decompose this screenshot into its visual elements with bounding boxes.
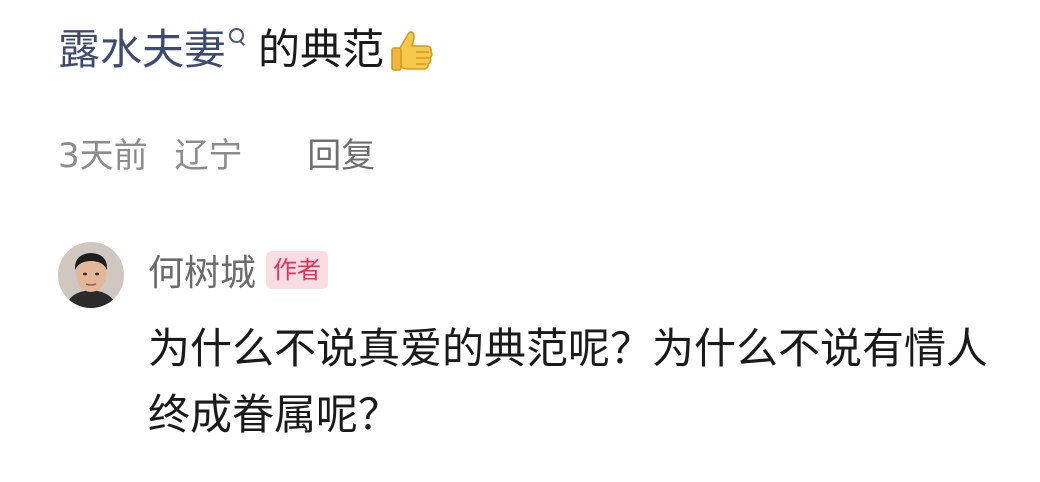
comment: 露水夫妻 的典范 3天前 辽宁 回复 (58, 22, 1020, 180)
avatar[interactable] (58, 242, 124, 308)
thumbs-up-icon (391, 31, 433, 71)
search-icon[interactable] (228, 28, 246, 56)
comment-text: 露水夫妻 的典范 (58, 22, 1020, 78)
reply-author-name[interactable]: 何树城 (148, 244, 256, 296)
comment-meta: 3天前 辽宁 回复 (58, 132, 1020, 180)
reply-button[interactable]: 回复 (307, 136, 375, 176)
reply-header: 何树城 作者 (148, 244, 329, 296)
comment-text-tail: 的典范 (258, 25, 385, 74)
comment-location: 辽宁 (174, 136, 243, 176)
comment-time: 3天前 (58, 136, 148, 176)
reply-text: 为什么不说真爱的典范呢？为什么不说有情人终成眷属呢？ (148, 324, 989, 439)
author-badge: 作者 (266, 251, 329, 289)
keyword-search-link[interactable]: 露水夫妻 (58, 22, 226, 78)
